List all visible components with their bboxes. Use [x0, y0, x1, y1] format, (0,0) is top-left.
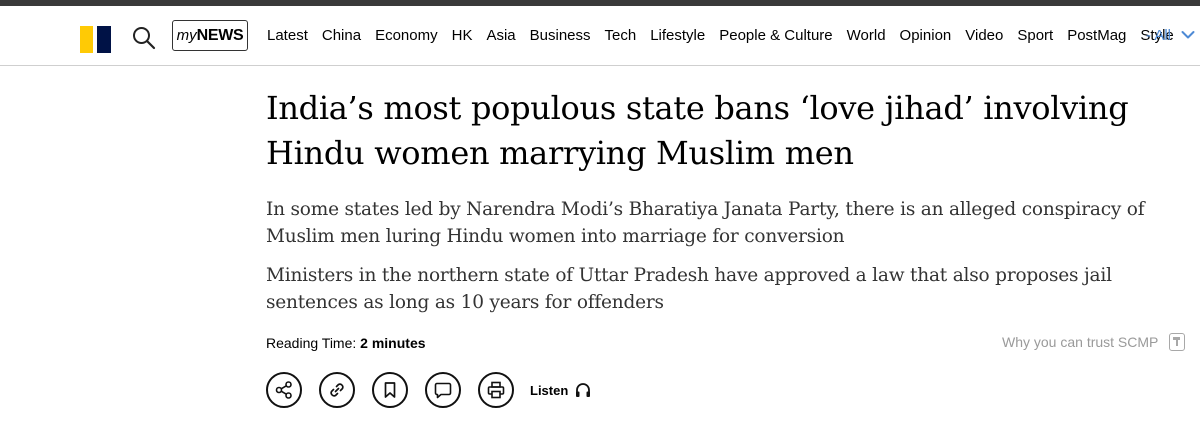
nav-item-world[interactable]: World	[847, 27, 886, 44]
reading-time-label: Reading Time:	[266, 335, 357, 351]
nav-item-hk[interactable]: HK	[452, 27, 473, 44]
trust-scmp-link[interactable]: Why you can trust SCMP	[1002, 334, 1158, 350]
print-button[interactable]	[478, 372, 514, 408]
nav-item-china[interactable]: China	[322, 27, 361, 44]
article-summary-2: Ministers in the northern state of Uttar…	[266, 265, 1112, 313]
site-header: my NEWS Latest China Economy HK Asia Busi…	[0, 6, 1200, 66]
nav-item-sport[interactable]: Sport	[1017, 27, 1053, 44]
share-icon	[275, 381, 292, 399]
main-nav: Latest China Economy HK Asia Business Te…	[267, 27, 1174, 44]
bookmark-icon	[384, 382, 396, 398]
nav-item-economy[interactable]: Economy	[375, 27, 438, 44]
search-icon	[133, 27, 156, 50]
listen-button[interactable]: Listen	[530, 381, 592, 399]
article-headline: India’s most populous state bans ‘love j…	[266, 89, 1129, 172]
reading-time-value: 2 minutes	[360, 335, 426, 351]
listen-label: Listen	[530, 382, 569, 398]
nav-item-business[interactable]: Business	[530, 27, 591, 44]
comment-button[interactable]	[425, 372, 461, 408]
nav-item-tech[interactable]: Tech	[605, 27, 637, 44]
comment-icon	[434, 382, 452, 399]
link-icon	[330, 383, 344, 397]
article-action-bar	[266, 372, 514, 408]
trust-t-icon[interactable]	[1169, 333, 1185, 351]
chevron-down-icon[interactable]	[1181, 30, 1195, 40]
print-icon	[487, 381, 505, 399]
nav-item-postmag[interactable]: PostMag	[1067, 27, 1126, 44]
mynews-my-label: my	[176, 27, 197, 44]
scmp-logo[interactable]	[80, 26, 111, 53]
copy-link-button[interactable]	[319, 372, 355, 408]
nav-item-asia[interactable]: Asia	[486, 27, 515, 44]
article-summary-1: In some states led by Narendra Modi’s Bh…	[266, 199, 1145, 247]
bookmark-button[interactable]	[372, 372, 408, 408]
nav-item-opinion[interactable]: Opinion	[900, 27, 952, 44]
reading-time: Reading Time: 2 minutes	[266, 335, 426, 351]
logo-yellow-block	[80, 26, 93, 53]
headphones-icon	[576, 383, 591, 397]
nav-item-video[interactable]: Video	[965, 27, 1003, 44]
nav-item-latest[interactable]: Latest	[267, 27, 308, 44]
mynews-news-label: NEWS	[196, 26, 244, 44]
nav-all-link[interactable]: - All	[1146, 27, 1171, 44]
nav-item-people-culture[interactable]: People & Culture	[719, 27, 832, 44]
share-button[interactable]	[266, 372, 302, 408]
mynews-button[interactable]: my NEWS	[172, 20, 248, 51]
logo-navy-block	[97, 26, 111, 53]
nav-item-lifestyle[interactable]: Lifestyle	[650, 27, 705, 44]
search-button[interactable]	[131, 25, 157, 51]
